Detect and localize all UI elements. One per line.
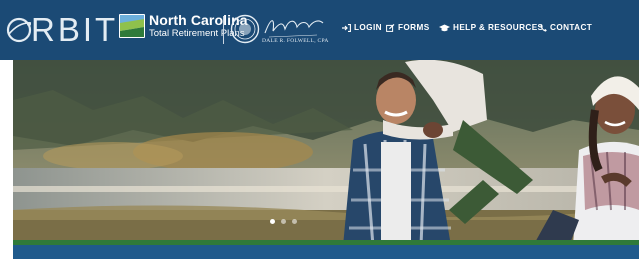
treasurer-name: DALE R. FOLWELL, CPA [262, 38, 329, 44]
nav-contact-label: CONTACT [550, 23, 593, 32]
nav-help-label: HELP & RESOURCES [453, 23, 544, 32]
nav-login-label: LOGIN [354, 23, 382, 32]
orbit-logo[interactable]: RBIT [6, 12, 118, 48]
logo-divider [223, 16, 224, 44]
footer-accent-blue [13, 245, 639, 259]
carousel-dot-1[interactable] [270, 219, 275, 224]
carousel-dot-3[interactable] [292, 219, 297, 224]
left-margin [0, 60, 13, 259]
login-icon [342, 23, 351, 32]
nav-help-resources[interactable]: HELP & RESOURCES [439, 23, 543, 32]
nc-plans-icon [119, 13, 145, 38]
treasury-seal-icon [230, 14, 260, 44]
hero-photo-illustration [13, 60, 639, 246]
nav-forms-label: FORMS [398, 23, 430, 32]
site-header: RBIT North Carolina Total Retirement Pla… [0, 0, 639, 60]
hero-image[interactable] [13, 60, 639, 246]
nav-contact[interactable]: CONTACT [540, 23, 592, 32]
orbit-wordmark: RBIT [31, 11, 119, 48]
carousel-indicators [270, 219, 297, 224]
phone-icon [540, 23, 547, 32]
edit-icon [386, 23, 395, 32]
graduation-cap-icon [439, 24, 450, 31]
nav-login[interactable]: LOGIN [342, 23, 382, 32]
orbit-o-icon [6, 17, 32, 43]
nc-total-retirement-logo[interactable]: North Carolina Total Retirement Plans [119, 13, 248, 39]
carousel-dot-2[interactable] [281, 219, 286, 224]
nav-forms[interactable]: FORMS [386, 23, 430, 32]
